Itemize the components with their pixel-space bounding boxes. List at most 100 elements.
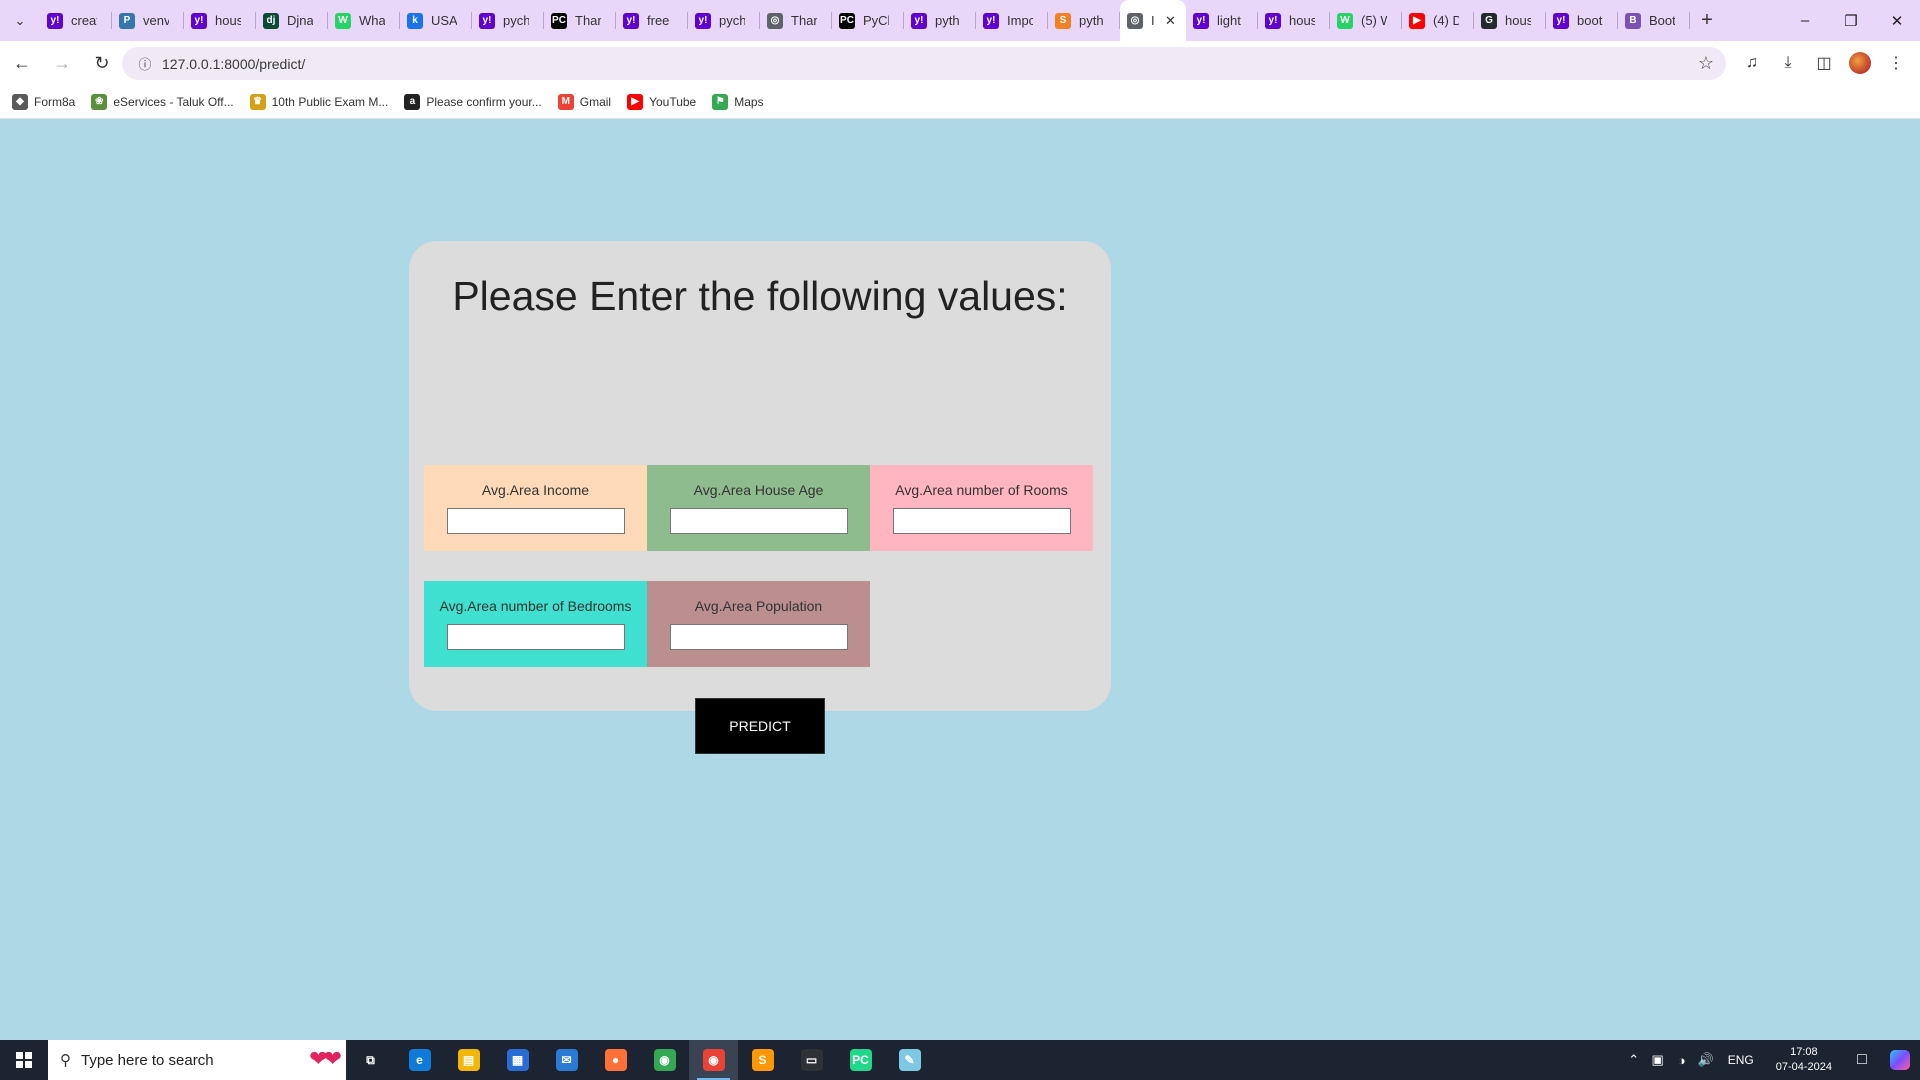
taskbar-app-pycharm[interactable]: PC [836, 1040, 885, 1080]
close-tab-icon[interactable]: ✕ [1165, 13, 1176, 29]
address-bar[interactable]: ⓘ 127.0.0.1:8000/predict/ ☆ [122, 47, 1726, 80]
tab-active[interactable]: ◎ I ✕ [1120, 0, 1186, 41]
notification-center-icon[interactable]: □ [1844, 1051, 1880, 1069]
show-hidden-icons-chevron-icon[interactable]: ⌃ [1622, 1052, 1646, 1068]
volume-icon[interactable]: 🔊 [1694, 1052, 1718, 1068]
page-title: Please Enter the following values: [452, 273, 1068, 319]
taskbar-app-terminal[interactable]: ▭ [787, 1040, 836, 1080]
population-input[interactable] [669, 624, 848, 650]
population-field-box: Avg.Area Population [647, 581, 870, 667]
yahoo-icon: y! [983, 12, 999, 29]
taskbar-search-box[interactable]: ⚲ Type here to search ❤❤ [48, 1040, 346, 1080]
rooms-input[interactable] [892, 508, 1071, 534]
tab-title: boot [1577, 13, 1603, 28]
start-button[interactable] [0, 1040, 48, 1080]
bookmark-item[interactable]: ⚑ Maps [712, 89, 764, 115]
new-tab-button[interactable]: + [1692, 0, 1722, 41]
bookmark-item[interactable]: ◆ Form8a [12, 89, 75, 115]
language-indicator[interactable]: ENG [1728, 1053, 1754, 1067]
meet-now-icon[interactable]: ▣ [1646, 1052, 1670, 1068]
browser-tab[interactable]: W (5) W [1330, 0, 1402, 41]
bookmark-item[interactable]: a Please confirm your... [404, 89, 542, 115]
forward-arrow-icon[interactable]: → [44, 45, 80, 81]
browser-tab[interactable]: k USA [400, 0, 472, 41]
taskbar-app-file-explorer[interactable]: ▤ [444, 1040, 493, 1080]
tab-title: PyCh [863, 13, 889, 28]
tab-title: Djna [287, 13, 313, 28]
browser-tab-strip: ⌄ y! creat Pvenv y! hous dj Djna W What k USA y! pyc… [0, 0, 1920, 41]
browser-tab[interactable]: y! pych [472, 0, 544, 41]
bookmark-label: 10th Public Exam M... [271, 94, 389, 109]
yahoo-icon: y! [1265, 12, 1281, 29]
taskbar-app-edge[interactable]: e [395, 1040, 444, 1080]
taskbar-app-task-view[interactable]: ⧉ [346, 1040, 395, 1080]
wifi-icon[interactable]: ◑ [1670, 1053, 1694, 1068]
taskbar-app-sublime[interactable]: S [738, 1040, 787, 1080]
browser-tab[interactable]: dj Djna [256, 0, 328, 41]
menu-kebab-icon[interactable]: ⋮ [1878, 45, 1914, 81]
bookmark-item[interactable]: ▶ YouTube [627, 89, 696, 115]
taskbar-app-firefox[interactable]: ● [591, 1040, 640, 1080]
tab-title: pych [503, 13, 529, 28]
taskbar-app-store[interactable]: ▦ [493, 1040, 542, 1080]
browser-tab[interactable]: y! pych [688, 0, 760, 41]
reload-icon[interactable]: ↻ [84, 45, 120, 81]
browser-tab[interactable]: y! hous [184, 0, 256, 41]
site-info-icon[interactable]: ⓘ [128, 47, 162, 80]
browser-tab[interactable]: y! Impc [976, 0, 1048, 41]
bookmark-label: Maps [734, 94, 764, 109]
income-input[interactable] [446, 508, 625, 534]
rooms-label: Avg.Area number of Rooms [895, 482, 1068, 498]
taskbar-app-notepad[interactable]: ✎ [885, 1040, 934, 1080]
browser-tab[interactable]: Pvenv [112, 0, 184, 41]
media-controls-icon[interactable]: ♫ [1734, 45, 1770, 81]
terminal-icon: ▭ [800, 1049, 823, 1071]
tab-title: hous [1289, 13, 1315, 28]
tab-title: hous [215, 13, 241, 28]
bookmark-item[interactable]: M Gmail [557, 89, 611, 115]
browser-tab[interactable]: Ghous [1474, 0, 1546, 41]
copilot-icon[interactable] [1880, 1040, 1920, 1080]
chrome-icon: ◉ [653, 1049, 676, 1071]
browser-tab[interactable]: y! light [1186, 0, 1258, 41]
taskbar-app-chrome[interactable]: ◉ [640, 1040, 689, 1080]
browser-tab[interactable]: y! pyth [904, 0, 976, 41]
bookmark-star-icon[interactable]: ☆ [1698, 53, 1714, 74]
restore-icon[interactable]: ❐ [1828, 0, 1874, 41]
url-text[interactable]: 127.0.0.1:8000/predict/ [162, 56, 305, 72]
predict-button[interactable]: PREDICT [695, 698, 825, 754]
tab-title: What [359, 13, 385, 28]
taskbar-app-chrome-active[interactable]: ◉ [689, 1040, 738, 1080]
notepad-icon: ✎ [898, 1049, 921, 1071]
browser-tab[interactable]: y! hous [1258, 0, 1330, 41]
browser-tab[interactable]: ◎ Than [760, 0, 832, 41]
browser-tab[interactable]: B Boot [1618, 0, 1690, 41]
browser-tab[interactable]: PC PyCh [832, 0, 904, 41]
side-panel-icon[interactable]: ◫ [1806, 45, 1842, 81]
bookmark-item[interactable]: ♛ 10th Public Exam M... [249, 89, 389, 115]
income-label: Avg.Area Income [481, 482, 590, 498]
clock[interactable]: 17:08 07-04-2024 [1776, 1045, 1832, 1075]
bedrooms-input[interactable] [446, 624, 625, 650]
browser-tab[interactable]: y! free [616, 0, 688, 41]
minimize-icon[interactable]: – [1782, 0, 1828, 41]
download-icon[interactable]: ⤓ [1770, 45, 1806, 81]
taskbar-app-mail[interactable]: ✉ [542, 1040, 591, 1080]
browser-tab[interactable]: y! creat [40, 0, 112, 41]
browser-tab[interactable]: W What [328, 0, 400, 41]
tab-title: free [647, 13, 670, 28]
browser-tab[interactable]: PC Than [544, 0, 616, 41]
tab-search-chevron-icon[interactable]: ⌄ [0, 0, 40, 41]
browser-tab[interactable]: Spyth [1048, 0, 1120, 41]
browser-tab[interactable]: y! boot [1546, 0, 1618, 41]
bookmark-item[interactable]: ❀ eServices - Taluk Off... [91, 89, 234, 115]
browser-tab[interactable]: ▶ (4) D [1402, 0, 1474, 41]
profile-avatar[interactable] [1842, 45, 1878, 81]
github-icon: G [1481, 12, 1497, 29]
search-highlight-hearts-icon: ❤❤ [309, 1046, 342, 1071]
yahoo-icon: y! [47, 12, 63, 29]
back-arrow-icon[interactable]: ← [4, 45, 40, 81]
house-age-input[interactable] [669, 508, 848, 534]
close-window-icon[interactable]: ✕ [1874, 0, 1920, 41]
tab-title: Than [791, 13, 817, 28]
